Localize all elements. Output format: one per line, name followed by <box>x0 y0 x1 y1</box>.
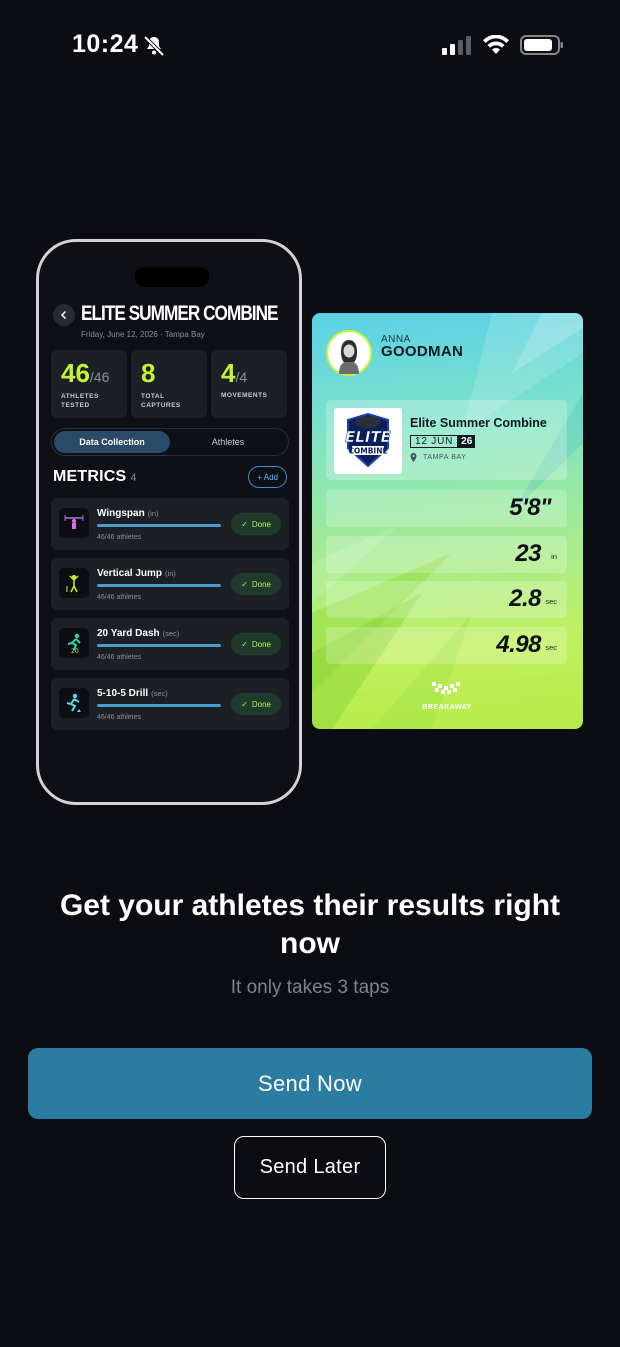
metric-athletes: 46/46 athletes <box>97 714 141 721</box>
result-row-20-yard-dash: 2.8 sec <box>326 581 567 618</box>
svg-text:ELITE: ELITE <box>345 428 392 446</box>
metric-row-5-10-5-drill: 5-10-5 Drill (sec) 46/46 athletes ✓ Done <box>51 678 289 730</box>
metric-athletes: 46/46 athletes <box>97 534 141 541</box>
metric-row-20-yard-dash: 20 20 Yard Dash (sec) 46/46 athletes ✓ Don… <box>51 618 289 670</box>
result-value: 23 <box>515 540 541 567</box>
breakaway-logo: BREAKAWAY <box>419 682 475 711</box>
mock-stats: 46/46 ATHLETES TESTED 8 TOTAL CAPTURES 4/4… <box>51 350 287 418</box>
check-icon: ✓ <box>241 579 248 589</box>
metric-progress-bar <box>97 524 221 527</box>
check-icon: ✓ <box>241 699 248 709</box>
stat-movements: 4/4 MOVEMENTS <box>211 350 287 418</box>
event-date: 12 JUN 26 <box>410 435 476 448</box>
elite-combine-logo: ELITE COMBINE <box>334 408 402 474</box>
metric-row-vertical-jump: Vertical Jump (in) 46/46 athletes ✓ Done <box>51 558 289 610</box>
result-row-wingspan: 5'8" <box>326 490 567 527</box>
tab-data-collection: Data Collection <box>54 431 170 453</box>
mock-subtitle: Friday, June 12, 2026 · Tampa Bay <box>81 330 205 339</box>
headline: Get your athletes their results right no… <box>59 889 561 960</box>
athlete-last-name: GOODMAN <box>381 343 464 360</box>
result-value: 5'8" <box>509 494 551 521</box>
event-name: Elite Summer Combine <box>410 416 547 430</box>
metric-athletes: 46/46 athletes <box>97 654 141 661</box>
bell-muted-icon <box>143 35 165 57</box>
stat-suffix: /4 <box>235 369 248 385</box>
metric-progress-bar <box>97 644 221 647</box>
avatar <box>326 330 372 376</box>
event-panel: ELITE COMBINE Elite Summer Combine 12 JU… <box>326 400 567 480</box>
vertical-jump-icon <box>59 568 89 598</box>
done-badge: ✓ Done <box>231 693 281 715</box>
add-metric-button: + Add <box>248 466 287 488</box>
athlete-result-card: ANNA GOODMAN ELITE COMBINE Elite Summer … <box>312 313 583 729</box>
event-location: TAMPA BAY <box>410 453 467 462</box>
result-unit: in <box>551 552 557 561</box>
tab-athletes: Athletes <box>211 437 245 447</box>
result-value: 4.98 <box>496 631 541 658</box>
svg-text:COMBINE: COMBINE <box>348 447 387 456</box>
result-unit: sec <box>545 643 557 652</box>
done-badge: ✓ Done <box>231 573 281 595</box>
result-unit: sec <box>545 597 557 606</box>
send-now-button[interactable]: Send Now <box>28 1048 592 1119</box>
metric-row-wingspan: Wingspan (in) 46/46 athletes ✓ Done <box>51 498 289 550</box>
stat-label: MOVEMENTS <box>221 392 268 399</box>
wifi-icon <box>483 35 509 54</box>
stat-athletes-tested: 46/46 ATHLETES TESTED <box>51 350 127 418</box>
wingspan-icon <box>59 508 89 538</box>
stat-label: TOTAL CAPTURES <box>141 393 181 409</box>
phone-mockup: ELITE SUMMER COMBINE Friday, June 12, 20… <box>36 239 302 805</box>
subline: It only takes 3 taps <box>230 977 390 998</box>
stat-value: 8 <box>141 358 156 388</box>
status-time: 10:24 <box>72 30 139 58</box>
stat-total-captures: 8 TOTAL CAPTURES <box>131 350 207 418</box>
breakaway-mark-icon <box>432 682 460 694</box>
chevron-left-icon <box>60 310 67 320</box>
back-button <box>53 304 75 326</box>
phone-notch <box>135 267 209 287</box>
metrics-heading: METRICS 4 <box>53 468 137 485</box>
cellular-signal-icon <box>442 36 471 55</box>
metric-athletes: 46/46 athletes <box>97 594 141 601</box>
metric-progress-bar <box>97 584 221 587</box>
sprint-icon: 20 <box>59 628 89 658</box>
stat-value: 4 <box>221 358 236 388</box>
metric-progress-bar <box>97 704 221 707</box>
result-value: 2.8 <box>509 585 541 612</box>
metric-name: Wingspan (in) <box>97 508 159 519</box>
result-row-5-10-5-drill: 4.98 sec <box>326 627 567 664</box>
check-icon: ✓ <box>241 639 248 649</box>
send-later-button[interactable]: Send Later <box>234 1136 386 1199</box>
done-badge: ✓ Done <box>231 633 281 655</box>
mock-title: ELITE SUMMER COMBINE <box>81 302 279 325</box>
brand-name: BREAKAWAY <box>422 704 472 711</box>
stat-value: 46 <box>61 358 90 388</box>
done-badge: ✓ Done <box>231 513 281 535</box>
agility-drill-icon <box>59 688 89 718</box>
stat-suffix: /46 <box>89 369 110 385</box>
svg-text:20: 20 <box>71 648 79 654</box>
metric-name: 5-10-5 Drill (sec) <box>97 688 168 699</box>
metric-name: Vertical Jump (in) <box>97 568 176 579</box>
battery-icon <box>520 35 563 55</box>
mock-segment-control: Data Collection Athletes <box>51 428 289 456</box>
result-row-vertical-jump: 23 in <box>326 536 567 573</box>
metric-name: 20 Yard Dash (sec) <box>97 628 180 639</box>
location-pin-icon <box>410 453 417 462</box>
stat-label: ATHLETES TESTED <box>61 393 99 409</box>
check-icon: ✓ <box>241 519 248 529</box>
